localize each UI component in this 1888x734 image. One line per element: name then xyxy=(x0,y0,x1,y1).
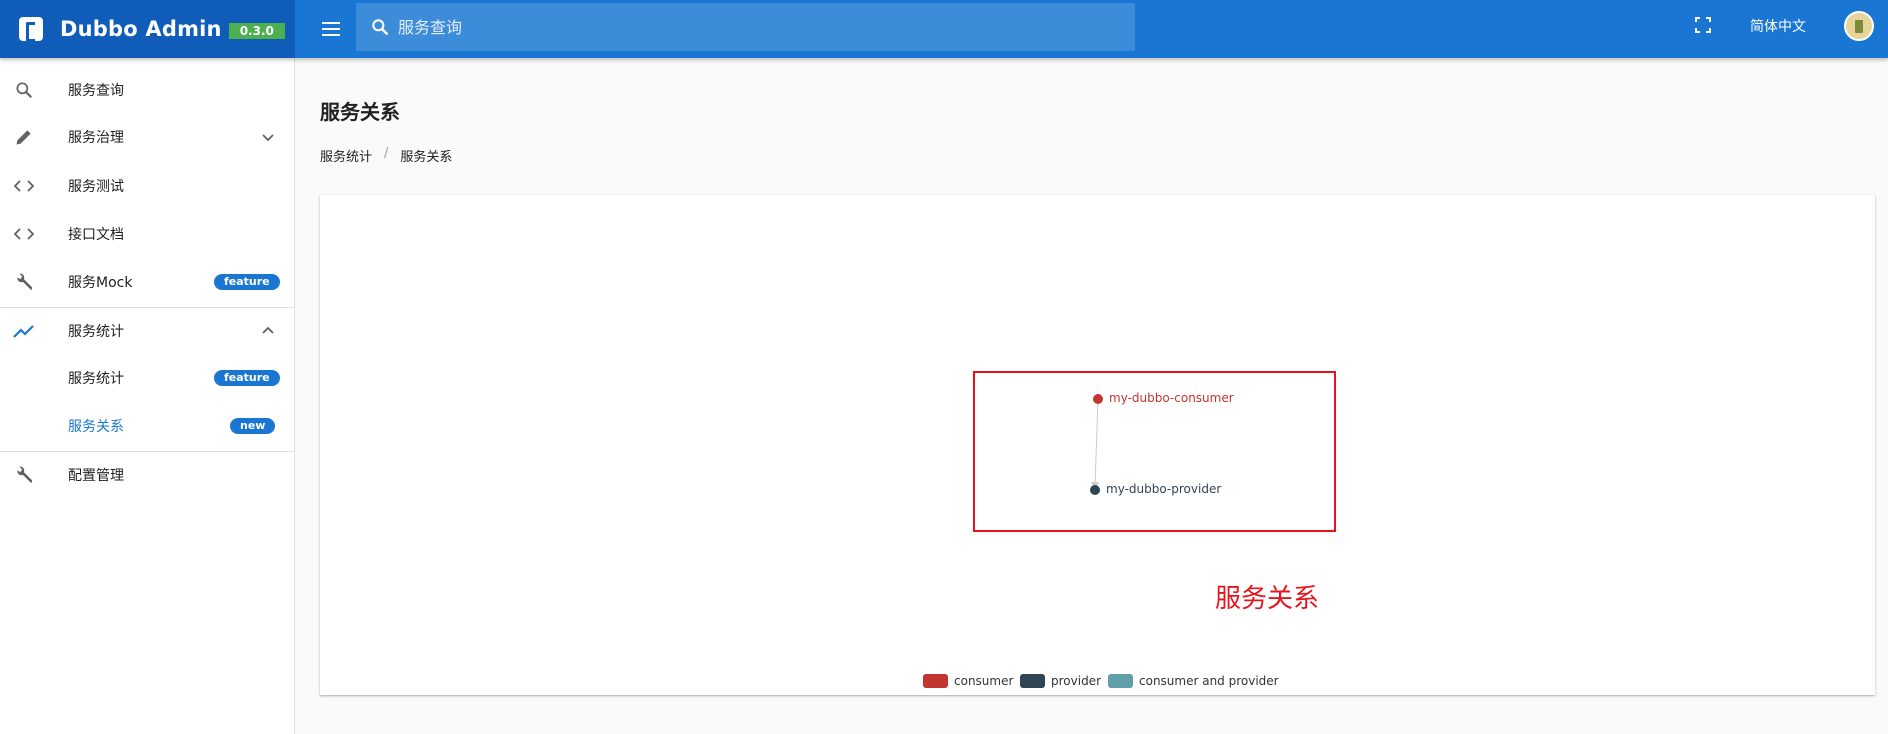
legend-swatch xyxy=(1108,674,1133,688)
breadcrumb-separator: / xyxy=(384,146,389,161)
brand-title: Dubbo Admin xyxy=(60,17,222,41)
version-badge: 0.3.0 xyxy=(228,22,285,39)
sidebar-item-label: 服务测试 xyxy=(68,179,124,195)
annotation-text: 服务关系 xyxy=(1215,584,1320,614)
chevron-up-icon xyxy=(262,326,274,334)
sidebar-item-label: 服务查询 xyxy=(68,83,124,99)
legend-label: consumer xyxy=(954,674,1014,688)
sidebar-item-config-management[interactable]: 配置管理 xyxy=(0,452,295,498)
sidebar-item-label: 服务统计 xyxy=(68,324,124,340)
feature-badge: feature xyxy=(214,370,280,386)
pencil-icon xyxy=(12,125,36,149)
legend-item-consumer[interactable]: consumer xyxy=(923,674,1013,688)
wrench-icon xyxy=(12,270,36,294)
legend-label: provider xyxy=(1051,674,1101,688)
dubbo-logo-icon xyxy=(19,17,43,42)
menu-toggle-button[interactable] xyxy=(318,16,344,42)
fullscreen-icon[interactable] xyxy=(1694,16,1712,34)
sidebar-item-service-search[interactable]: 服务查询 xyxy=(0,67,295,113)
legend-item-provider[interactable]: provider xyxy=(1020,674,1101,688)
sidebar-item-label: 服务Mock xyxy=(68,275,133,291)
sidebar: 服务查询 服务治理 服务测试 接口文档 服务Mock feature 服务统计 … xyxy=(0,58,295,734)
legend-swatch xyxy=(923,674,948,688)
code-icon xyxy=(12,174,36,198)
breadcrumb: 服务统计 / 服务关系 xyxy=(320,146,452,165)
avatar[interactable] xyxy=(1844,11,1874,41)
feature-badge: feature xyxy=(214,274,280,290)
sidebar-item-service-statistics[interactable]: 服务统计 feature xyxy=(0,355,295,401)
sidebar-item-service-governance[interactable]: 服务治理 xyxy=(0,114,295,160)
legend-label: consumer and provider xyxy=(1139,674,1279,688)
sidebar-item-label: 接口文档 xyxy=(68,227,124,243)
sidebar-item-service-mock[interactable]: 服务Mock feature xyxy=(0,259,295,305)
legend-item-consumer-and-provider[interactable]: consumer and provider xyxy=(1108,674,1279,688)
search-input[interactable] xyxy=(398,17,1098,37)
breadcrumb-item-relation: 服务关系 xyxy=(400,150,453,165)
brand: Dubbo Admin 0.3.0 xyxy=(0,0,295,58)
search-bar[interactable] xyxy=(356,3,1135,51)
wrench-icon xyxy=(12,463,36,487)
sidebar-item-label: 服务治理 xyxy=(68,130,124,146)
sidebar-item-service-test[interactable]: 服务测试 xyxy=(0,163,295,209)
page-title: 服务关系 xyxy=(320,100,400,124)
breadcrumb-item-statistics[interactable]: 服务统计 xyxy=(320,146,372,165)
search-icon xyxy=(12,78,36,102)
highlight-box xyxy=(973,371,1336,532)
language-button[interactable]: 简体中文 xyxy=(1750,16,1806,36)
app-toolbar: Dubbo Admin 0.3.0 简体中文 xyxy=(0,0,1888,58)
sidebar-item-service-statistics-group[interactable]: 服务统计 xyxy=(0,308,295,354)
sidebar-item-label: 配置管理 xyxy=(68,468,124,484)
chevron-down-icon xyxy=(262,134,274,142)
sidebar-item-service-relation[interactable]: 服务关系 new xyxy=(0,403,295,449)
trending-up-icon xyxy=(12,319,36,343)
search-icon xyxy=(372,19,388,35)
legend-swatch xyxy=(1020,674,1045,688)
sidebar-item-label: 服务统计 xyxy=(68,371,124,387)
code-icon xyxy=(12,222,36,246)
sidebar-item-label: 服务关系 xyxy=(68,419,124,435)
sidebar-item-api-docs[interactable]: 接口文档 xyxy=(0,211,295,257)
new-badge: new xyxy=(230,418,276,434)
